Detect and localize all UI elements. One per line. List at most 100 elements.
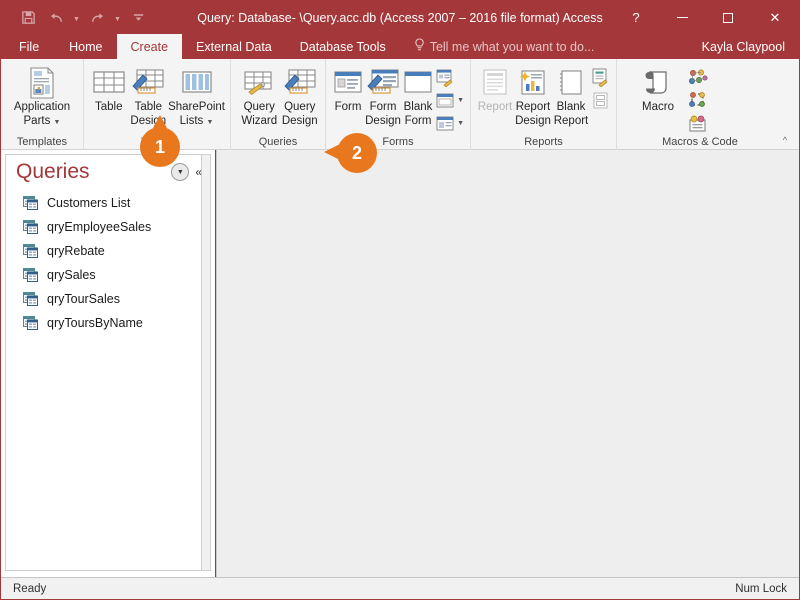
module-button[interactable] (687, 67, 709, 88)
more-forms-dropdown-icon[interactable]: ▼ (457, 120, 464, 127)
chevron-down-icon: ▼ (177, 169, 184, 176)
list-item-label: qryToursByName (47, 316, 143, 330)
customize-qat-icon[interactable] (125, 6, 151, 30)
tell-me-placeholder: Tell me what you want to do... (430, 40, 595, 54)
callout-badge-1-number: 1 (155, 137, 165, 158)
blank-form-button[interactable]: Blank Form (401, 63, 435, 131)
class-module-button[interactable] (687, 90, 709, 111)
query-wizard-label-2: Wizard (241, 114, 277, 128)
tab-external-data[interactable]: External Data (182, 34, 286, 59)
macro-button[interactable]: Macro (629, 63, 687, 131)
more-forms-button[interactable]: ▼ (435, 113, 465, 134)
minimize-button[interactable] (659, 1, 705, 34)
blank-report-button[interactable]: Blank Report (552, 63, 590, 131)
redo-icon[interactable] (84, 6, 110, 30)
ribbon-group-templates-label: Templates (1, 133, 83, 150)
redo-dropdown-icon[interactable]: ▼ (112, 6, 123, 30)
ribbon-group-templates: Application Parts ▼ Templates (1, 59, 83, 150)
tab-database-tools[interactable]: Database Tools (286, 34, 400, 59)
help-button[interactable]: ? (613, 1, 659, 34)
report-wizard-button[interactable] (590, 67, 611, 88)
navigation-pane: Queries ▼ « (1, 150, 216, 577)
list-item[interactable]: qryRebate (6, 239, 210, 263)
maximize-button[interactable] (705, 1, 751, 34)
window-controls: ? ✕ (613, 1, 799, 34)
report-design-button[interactable]: Report Design (514, 63, 552, 131)
title-bar: ▼ ▼ Query: Database- \Query.acc.db (Acce… (1, 1, 799, 34)
close-button[interactable]: ✕ (751, 1, 799, 34)
sharepoint-lists-button[interactable]: SharePoint Lists ▼ (168, 63, 225, 131)
blank-report-icon (558, 66, 584, 100)
macros-small-buttons (687, 63, 709, 134)
query-object-icon (23, 316, 38, 330)
report-design-label-2: Design (515, 114, 551, 128)
tab-file[interactable]: File (1, 34, 55, 59)
main-body: Queries ▼ « (1, 150, 799, 577)
report-label: Report (478, 100, 513, 114)
report-button[interactable]: Report (476, 63, 514, 131)
sharepoint-lists-label-1: SharePoint (168, 100, 225, 114)
module-icon (688, 69, 708, 87)
blank-report-label-1: Blank (557, 100, 586, 114)
navigation-icon (436, 93, 455, 108)
query-object-icon (23, 196, 38, 210)
query-design-button[interactable]: Query Design (280, 63, 321, 131)
labels-button[interactable] (590, 90, 611, 111)
query-design-label-2: Design (282, 114, 318, 128)
navigation-pane-scrollbar[interactable] (201, 155, 210, 570)
report-icon (481, 66, 509, 100)
list-item-label: qrySales (47, 268, 96, 282)
list-item[interactable]: qrySales (6, 263, 210, 287)
list-item[interactable]: Customers List (6, 191, 210, 215)
class-module-icon (688, 92, 708, 110)
table-label: Table (95, 100, 123, 114)
application-parts-dropdown-icon[interactable]: ▼ (54, 119, 61, 126)
query-wizard-button[interactable]: Query Wizard (239, 63, 280, 131)
navigation-button[interactable]: ▼ (435, 90, 465, 111)
tab-create[interactable]: Create (117, 34, 183, 59)
query-design-label-1: Query (284, 100, 315, 114)
form-design-label-1: Form (370, 100, 397, 114)
navigation-dropdown-icon[interactable]: ▼ (457, 97, 464, 104)
table-button[interactable]: Table (89, 63, 129, 131)
tab-home[interactable]: Home (55, 34, 116, 59)
user-account-label[interactable]: Kayla Claypool (702, 34, 799, 59)
list-item[interactable]: qryEmployeeSales (6, 215, 210, 239)
reports-small-buttons (590, 63, 611, 111)
ribbon-group-queries: Query Wizard (230, 59, 325, 150)
form-wizard-icon (436, 69, 455, 87)
form-design-icon (367, 66, 399, 100)
navigation-pane-inner: Queries ▼ « (5, 154, 211, 571)
more-forms-icon (436, 116, 455, 131)
form-icon (333, 66, 363, 100)
blank-form-label-2: Form (405, 114, 432, 128)
report-wizard-icon (591, 68, 610, 87)
collapse-ribbon-button[interactable]: ^ (776, 132, 794, 148)
lightbulb-icon (414, 38, 425, 55)
list-item-label: qryRebate (47, 244, 105, 258)
list-item[interactable]: qryToursByName (6, 311, 210, 335)
undo-dropdown-icon[interactable]: ▼ (71, 6, 82, 30)
macro-icon (643, 66, 673, 100)
undo-icon[interactable] (43, 6, 69, 30)
application-parts-button[interactable]: Application Parts ▼ (6, 63, 78, 131)
navigation-pane-dropdown-button[interactable]: ▼ (171, 163, 189, 181)
callout-badge-2-number: 2 (352, 143, 362, 164)
form-button[interactable]: Form (331, 63, 365, 131)
form-design-button[interactable]: Form Design (365, 63, 401, 131)
sharepoint-lists-dropdown-icon[interactable]: ▼ (207, 119, 214, 126)
query-design-icon (284, 66, 316, 100)
blank-form-icon (403, 66, 433, 100)
visual-basic-button[interactable] (687, 113, 709, 134)
ribbon-group-queries-label: Queries (231, 133, 325, 150)
form-wizard-button[interactable] (435, 67, 465, 88)
quick-access-toolbar: ▼ ▼ (1, 6, 151, 30)
macro-label: Macro (642, 100, 674, 114)
list-item[interactable]: qryTourSales (6, 287, 210, 311)
application-parts-label-1: Application (14, 100, 70, 114)
query-object-icon (23, 268, 38, 282)
table-design-icon (132, 66, 164, 100)
list-item-label: qryEmployeeSales (47, 220, 151, 234)
save-icon[interactable] (15, 6, 41, 30)
tell-me-box[interactable]: Tell me what you want to do... (400, 34, 605, 59)
